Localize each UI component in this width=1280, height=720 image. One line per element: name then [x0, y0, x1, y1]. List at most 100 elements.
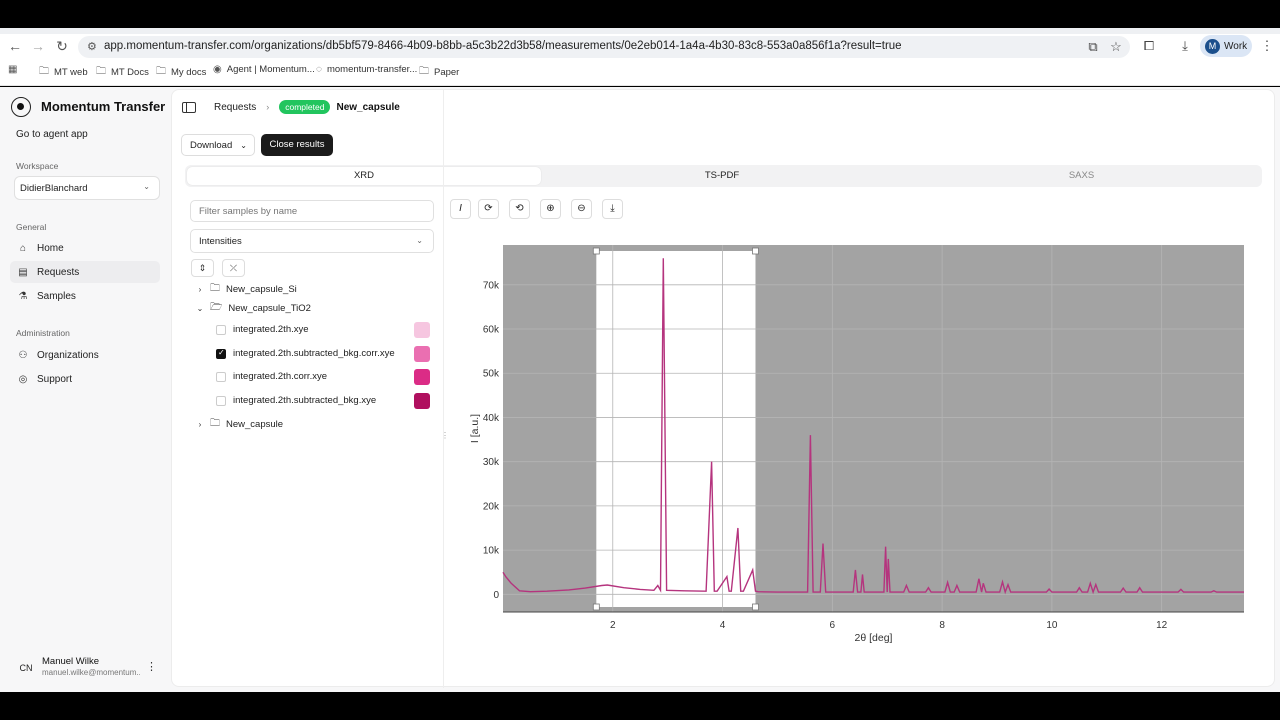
y-tick-label: 60k: [483, 325, 500, 336]
download-label: Download: [190, 139, 233, 151]
bookmark-label: My docs: [171, 67, 207, 78]
y-tick-label: 20k: [483, 501, 500, 512]
address-bar[interactable]: ⚙ app.momentum-transfer.com/organization…: [78, 36, 1130, 58]
reset-view-icon[interactable]: ⟳: [478, 199, 499, 219]
tab-xrd[interactable]: XRD: [187, 167, 541, 185]
bookmark-star-icon[interactable]: ☆: [1107, 37, 1125, 57]
chevron-down-icon: ⌄: [143, 182, 150, 191]
app: Momentum Transfer Go to agent app Worksp…: [0, 87, 1280, 692]
status-badge: completed: [279, 100, 331, 114]
close-results-button[interactable]: Close results: [261, 134, 333, 156]
sidebar-item-requests[interactable]: ▤ Requests: [10, 261, 160, 283]
folder-icon: 🗀: [210, 417, 220, 429]
general-label: General: [16, 222, 47, 232]
site-icon: ◉: [213, 64, 222, 75]
xrd-plot[interactable]: 2 4 6 8 10 12 0 10k 20k 30k 40k 50k 60k 70k 2θ [deg] I …: [447, 230, 1267, 650]
extensions-icon[interactable]: ⧠: [1140, 36, 1158, 56]
y-tick-label: 30k: [483, 457, 500, 468]
breadcrumb-requests[interactable]: Requests: [214, 102, 256, 113]
bookmark-mt-docs[interactable]: 🗀 MT Docs: [96, 64, 149, 81]
collapse-all-button[interactable]: ⤫: [222, 259, 245, 277]
bookmark-momentum-transfer[interactable]: ◌ momentum-transfer...: [316, 64, 417, 75]
expand-all-button[interactable]: ⇕: [191, 259, 214, 277]
sidebar: Momentum Transfer Go to agent app Worksp…: [0, 87, 170, 692]
agent-app-link[interactable]: Go to agent app: [16, 129, 88, 140]
selection-handle: [752, 603, 759, 611]
xrd-chart-svg[interactable]: 2 4 6 8 10 12 0 10k 20k 30k 40k 50k 60k 70k 2θ [deg] I …: [447, 230, 1267, 650]
y-tick-label: 40k: [483, 413, 500, 424]
file-checkbox[interactable]: [216, 372, 226, 382]
color-swatch[interactable]: [414, 393, 430, 409]
file-checkbox[interactable]: [216, 348, 226, 359]
mode-select[interactable]: Intensities ⌄: [190, 229, 434, 253]
flask-icon: ⚗: [18, 290, 28, 302]
user-email: manuel.wilke@momentum...: [42, 668, 140, 677]
file-checkbox[interactable]: [216, 325, 226, 335]
sidebar-item-samples[interactable]: ⚗ Samples: [10, 285, 160, 307]
bookmark-mt-web[interactable]: 🗀 MT web: [39, 64, 88, 81]
download-dropdown-button[interactable]: Download ⌄: [181, 134, 255, 156]
file-name: integrated.2th.corr.xye: [233, 371, 327, 382]
y-tick-label: 70k: [483, 280, 500, 291]
selection-handle: [752, 247, 759, 255]
sample-filter-input[interactable]: [191, 201, 433, 221]
analysis-tabs: XRD TS-PDF SAXS: [185, 165, 1262, 187]
x-tick-label: 6: [830, 620, 836, 631]
chevron-right-icon: ›: [266, 102, 270, 112]
zoom-out-icon[interactable]: ⊖: [571, 199, 592, 219]
home-icon: ⌂: [19, 242, 27, 254]
color-swatch[interactable]: [414, 369, 430, 385]
folder-label: New_capsule_TiO2: [228, 302, 311, 314]
bookmark-label: MT web: [54, 67, 88, 78]
bookmark-my-docs[interactable]: 🗀 My docs: [156, 64, 206, 81]
workspace-select[interactable]: DidierBlanchard ⌄: [14, 176, 160, 200]
apps-grid-icon[interactable]: ▦: [8, 64, 22, 75]
x-tick-label: 2: [610, 620, 616, 631]
url-text: app.momentum-transfer.com/organizations/…: [104, 40, 902, 52]
bookmark-agent[interactable]: ◉ Agent | Momentum...: [213, 64, 315, 75]
autoscale-icon[interactable]: ⟲: [509, 199, 530, 219]
folder-label: New_capsule_Si: [226, 283, 297, 295]
user-menu[interactable]: CN Manuel Wilke manuel.wilke@momentum...…: [16, 654, 158, 680]
x-tick-label: 12: [1156, 620, 1168, 631]
sidebar-item-home[interactable]: ⌂ Home: [10, 237, 160, 259]
folder-icon: 🗀: [210, 282, 220, 294]
profile-button[interactable]: M Work: [1200, 35, 1252, 57]
file-checkbox[interactable]: [216, 396, 226, 406]
browser-menu-icon[interactable]: ⋮: [1258, 36, 1276, 56]
sidebar-item-label: Requests: [37, 266, 80, 278]
y-tick-label: 50k: [483, 369, 500, 380]
tree-folder-new-capsule[interactable]: › 🗀 New_capsule: [194, 416, 283, 432]
tab-saxs[interactable]: SAXS: [903, 167, 1260, 185]
site-settings-icon[interactable]: ⚙: [87, 40, 97, 53]
chevron-down-icon: ⌄: [240, 140, 247, 150]
sidebar-item-organizations[interactable]: ⚇ Organizations: [10, 344, 160, 366]
forward-icon[interactable]: →: [29, 36, 47, 56]
chevron-down-icon: ⌄: [196, 303, 204, 313]
download-plot-icon[interactable]: ⤓: [602, 199, 623, 219]
zoom-in-icon[interactable]: ⊕: [540, 199, 561, 219]
sidebar-toggle-icon[interactable]: [182, 101, 196, 113]
bookmark-paper[interactable]: 🗀 Paper: [419, 64, 459, 81]
sidebar-item-label: Samples: [37, 290, 76, 302]
mode-value: Intensities: [199, 236, 242, 247]
tree-folder-tio2[interactable]: ⌄ 🗁 New_capsule_TiO2: [194, 300, 311, 316]
folder-icon: 🗀: [96, 66, 106, 77]
tab-ts-pdf[interactable]: TS-PDF: [543, 167, 901, 185]
bookmark-label: Paper: [434, 67, 460, 78]
file-row: integrated.2th.xye: [216, 322, 432, 340]
main-panel: Requests › completed New_capsule Downloa…: [171, 89, 1275, 688]
install-app-icon[interactable]: ⧉: [1084, 37, 1102, 57]
back-icon[interactable]: ←: [6, 36, 24, 56]
sidebar-item-support[interactable]: ◎ Support: [10, 368, 160, 390]
color-swatch[interactable]: [414, 346, 430, 362]
lifebuoy-icon: ◎: [18, 373, 28, 385]
download-icon[interactable]: ⤓: [1176, 36, 1194, 56]
profile-label: Work: [1224, 40, 1248, 52]
reload-icon[interactable]: ↻: [53, 36, 71, 56]
tree-folder-si[interactable]: › 🗀 New_capsule_Si: [194, 281, 297, 297]
more-vertical-icon[interactable]: ⋮: [146, 660, 157, 673]
text-cursor-icon[interactable]: I: [450, 199, 471, 219]
sample-filter[interactable]: [190, 200, 434, 222]
color-swatch[interactable]: [414, 322, 430, 338]
